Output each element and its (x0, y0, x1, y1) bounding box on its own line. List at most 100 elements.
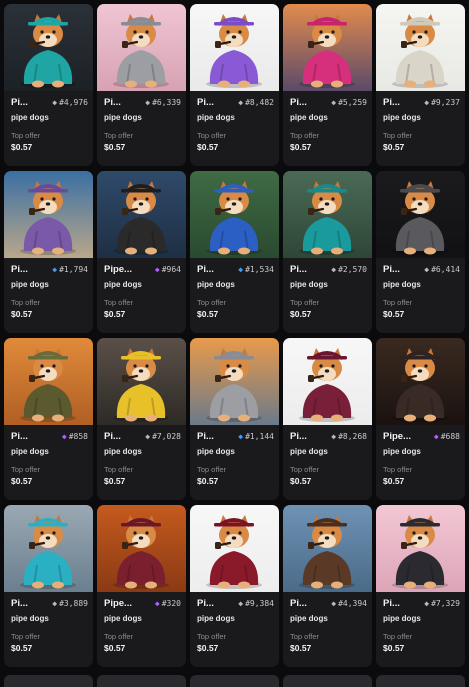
nft-image (376, 4, 465, 91)
rarity-rank-value: #1,794 (59, 265, 88, 274)
nft-card[interactable]: Pi... ◆ #1,794 pipe dogs Top offer $0.57 (4, 171, 93, 333)
rarity-rank-value: #8,482 (245, 98, 274, 107)
nft-thumbnail[interactable] (190, 338, 279, 425)
nft-name: Pi... (290, 264, 307, 275)
next-card-partial[interactable] (283, 675, 372, 687)
nft-card[interactable]: Pi... ◆ #1,144 pipe dogs Top offer $0.57 (190, 338, 279, 500)
nft-thumbnail[interactable] (97, 4, 186, 91)
nft-thumbnail[interactable] (376, 338, 465, 425)
next-card-partial[interactable] (4, 675, 93, 687)
rarity-rank-value: #6,339 (152, 98, 181, 107)
next-card-partial[interactable] (190, 675, 279, 687)
nft-image (97, 338, 186, 425)
rarity-rank: ◆ #4,976 (52, 98, 88, 107)
nft-thumbnail[interactable] (190, 171, 279, 258)
nft-thumbnail[interactable] (190, 505, 279, 592)
nft-thumbnail[interactable] (97, 505, 186, 592)
rarity-diamond-icon: ◆ (145, 432, 151, 441)
nft-thumbnail[interactable] (283, 505, 372, 592)
rarity-rank: ◆ #688 (434, 432, 460, 441)
rarity-diamond-icon: ◆ (331, 265, 337, 274)
nft-card[interactable]: Pi... ◆ #8,482 pipe dogs Top offer $0.57 (190, 4, 279, 166)
nft-thumbnail[interactable] (4, 338, 93, 425)
rarity-diamond-icon: ◆ (52, 599, 58, 608)
top-offer-label: Top offer (290, 298, 320, 307)
top-offer-price: $0.57 (11, 142, 33, 152)
rarity-diamond-icon: ◆ (145, 98, 151, 107)
top-offer-label: Top offer (197, 298, 227, 307)
nft-card[interactable]: Pi... ◆ #5,259 pipe dogs Top offer $0.57 (283, 4, 372, 166)
nft-card[interactable]: Pi... ◆ #9,384 pipe dogs Top offer $0.57 (190, 505, 279, 667)
nft-card[interactable]: Pi... ◆ #4,394 pipe dogs Top offer $0.57 (283, 505, 372, 667)
nft-card[interactable]: Pi... ◆ #4,976 pipe dogs Top offer $0.57 (4, 4, 93, 166)
top-offer-label: Top offer (383, 131, 413, 140)
nft-name: Pi... (104, 431, 121, 442)
top-offer-label: Top offer (383, 465, 413, 474)
nft-thumbnail[interactable] (4, 171, 93, 258)
nft-card[interactable]: Pi... ◆ #858 pipe dogs Top offer $0.57 (4, 338, 93, 500)
nft-card[interactable]: Pipe... ◆ #320 pipe dogs Top offer $0.57 (97, 505, 186, 667)
nft-name: Pi... (197, 431, 214, 442)
collection-name: pipe dogs (290, 447, 328, 456)
nft-name: Pi... (197, 264, 214, 275)
top-offer-price: $0.57 (197, 309, 219, 319)
top-offer-label: Top offer (11, 298, 41, 307)
top-offer-price: $0.57 (383, 476, 405, 486)
top-offer-price: $0.57 (383, 142, 405, 152)
nft-name: Pi... (383, 97, 400, 108)
nft-grid: Pi... ◆ #4,976 pipe dogs Top offer $0.57 (4, 4, 466, 667)
nft-name: Pipe... (383, 431, 411, 442)
nft-card[interactable]: Pi... ◆ #9,237 pipe dogs Top offer $0.57 (376, 4, 465, 166)
nft-image (190, 4, 279, 91)
next-card-partial[interactable] (97, 675, 186, 687)
nft-thumbnail[interactable] (97, 338, 186, 425)
nft-thumbnail[interactable] (4, 4, 93, 91)
nft-image (190, 171, 279, 258)
rarity-rank-value: #8,268 (338, 432, 367, 441)
collection-name: pipe dogs (197, 113, 235, 122)
nft-thumbnail[interactable] (190, 4, 279, 91)
rarity-rank: ◆ #5,259 (331, 98, 367, 107)
top-offer-label: Top offer (383, 632, 413, 641)
nft-card[interactable]: Pipe... ◆ #688 pipe dogs Top offer $0.57 (376, 338, 465, 500)
nft-thumbnail[interactable] (283, 4, 372, 91)
rarity-diamond-icon: ◆ (154, 599, 160, 608)
nft-thumbnail[interactable] (283, 171, 372, 258)
nft-thumbnail[interactable] (376, 4, 465, 91)
collection-name: pipe dogs (383, 280, 421, 289)
top-offer-price: $0.57 (104, 309, 126, 319)
top-offer-price: $0.57 (383, 643, 405, 653)
nft-image (283, 338, 372, 425)
rarity-diamond-icon: ◆ (238, 265, 244, 274)
top-offer-price: $0.57 (290, 476, 312, 486)
nft-card[interactable]: Pi... ◆ #8,268 pipe dogs Top offer $0.57 (283, 338, 372, 500)
rarity-diamond-icon: ◆ (331, 98, 337, 107)
nft-name: Pi... (290, 598, 307, 609)
nft-card[interactable]: Pi... ◆ #3,889 pipe dogs Top offer $0.57 (4, 505, 93, 667)
nft-thumbnail[interactable] (376, 505, 465, 592)
top-offer-price: $0.57 (11, 309, 33, 319)
rarity-rank: ◆ #1,144 (238, 432, 274, 441)
top-offer-price: $0.57 (197, 643, 219, 653)
nft-card[interactable]: Pi... ◆ #6,414 pipe dogs Top offer $0.57 (376, 171, 465, 333)
nft-thumbnail[interactable] (4, 505, 93, 592)
rarity-rank: ◆ #1,794 (52, 265, 88, 274)
nft-card[interactable]: Pi... ◆ #7,028 pipe dogs Top offer $0.57 (97, 338, 186, 500)
nft-name: Pi... (290, 97, 307, 108)
top-offer-price: $0.57 (104, 643, 126, 653)
rarity-diamond-icon: ◆ (154, 265, 160, 274)
collection-name: pipe dogs (383, 447, 421, 456)
nft-card[interactable]: Pi... ◆ #2,570 pipe dogs Top offer $0.57 (283, 171, 372, 333)
nft-thumbnail[interactable] (283, 338, 372, 425)
rarity-rank: ◆ #964 (155, 265, 181, 274)
nft-image (4, 505, 93, 592)
nft-thumbnail[interactable] (97, 171, 186, 258)
nft-thumbnail[interactable] (376, 171, 465, 258)
nft-card[interactable]: Pipe... ◆ #964 pipe dogs Top offer $0.57 (97, 171, 186, 333)
rarity-rank-value: #7,028 (152, 432, 181, 441)
nft-card[interactable]: Pi... ◆ #6,339 pipe dogs Top offer $0.57 (97, 4, 186, 166)
next-card-partial[interactable] (376, 675, 465, 687)
rarity-rank-value: #964 (161, 265, 181, 274)
nft-card[interactable]: Pi... ◆ #7,329 pipe dogs Top offer $0.57 (376, 505, 465, 667)
nft-card[interactable]: Pi... ◆ #1,534 pipe dogs Top offer $0.57 (190, 171, 279, 333)
